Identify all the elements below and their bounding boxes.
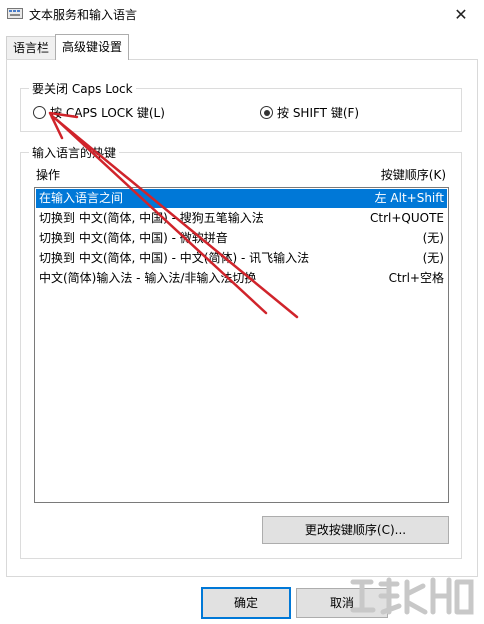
- list-item[interactable]: 切换到 中文(简体, 中国) - 中文(简体) - 讯飞输入法 (无): [36, 249, 447, 268]
- radio-shift-label: 按 SHIFT 键(F): [277, 106, 360, 120]
- caps-lock-group-label: 要关闭 Caps Lock: [29, 80, 136, 97]
- list-item-action: 切换到 中文(简体, 中国) - 微软拼音: [39, 231, 228, 245]
- list-item[interactable]: 在输入语言之间 左 Alt+Shift: [36, 189, 447, 208]
- hotkeys-group-label: 输入语言的热键: [29, 144, 120, 161]
- column-header-action: 操作: [36, 168, 61, 182]
- ok-button[interactable]: 确定: [201, 587, 291, 619]
- list-item-action: 切换到 中文(简体, 中国) - 中文(简体) - 讯飞输入法: [39, 251, 310, 265]
- list-item[interactable]: 切换到 中文(简体, 中国) - 搜狗五笔输入法 Ctrl+QUOTE: [36, 209, 447, 228]
- list-item-action: 切换到 中文(简体, 中国) - 搜狗五笔输入法: [39, 211, 264, 225]
- window-title: 文本服务和输入语言: [29, 8, 138, 22]
- title-bar: 文本服务和输入语言 ✕: [0, 0, 484, 28]
- radio-shift[interactable]: 按 SHIFT 键(F): [260, 104, 359, 121]
- tab-advanced-key-settings[interactable]: 高级键设置: [55, 34, 130, 60]
- list-item-key: Ctrl+QUOTE: [370, 211, 444, 225]
- list-item-key: Ctrl+空格: [388, 271, 444, 285]
- list-item-key: (无): [422, 251, 444, 265]
- column-header-key-sequence: 按键顺序(K): [380, 168, 446, 182]
- radio-caps-lock-indicator[interactable]: [33, 106, 46, 119]
- tab-language-bar[interactable]: 语言栏: [6, 36, 57, 59]
- hotkeys-list[interactable]: 在输入语言之间 左 Alt+Shift 切换到 中文(简体, 中国) - 搜狗五…: [34, 187, 449, 503]
- watermark-logo: [350, 577, 474, 615]
- keyboard-icon: [7, 8, 23, 19]
- radio-shift-indicator[interactable]: [260, 106, 273, 119]
- radio-caps-lock-label: 按 CAPS LOCK 键(L): [50, 106, 165, 120]
- radio-caps-lock[interactable]: 按 CAPS LOCK 键(L): [33, 104, 165, 121]
- list-item-key: (无): [422, 231, 444, 245]
- list-item-key: 左 Alt+Shift: [374, 191, 444, 205]
- close-button[interactable]: ✕: [438, 0, 484, 28]
- change-key-sequence-button[interactable]: 更改按键顺序(C)...: [262, 516, 449, 544]
- close-icon: ✕: [454, 4, 468, 24]
- list-item[interactable]: 中文(简体)输入法 - 输入法/非输入法切换 Ctrl+空格: [36, 269, 447, 288]
- list-item-action: 中文(简体)输入法 - 输入法/非输入法切换: [39, 271, 257, 285]
- list-item-action: 在输入语言之间: [39, 191, 124, 205]
- list-item[interactable]: 切换到 中文(简体, 中国) - 微软拼音 (无): [36, 229, 447, 248]
